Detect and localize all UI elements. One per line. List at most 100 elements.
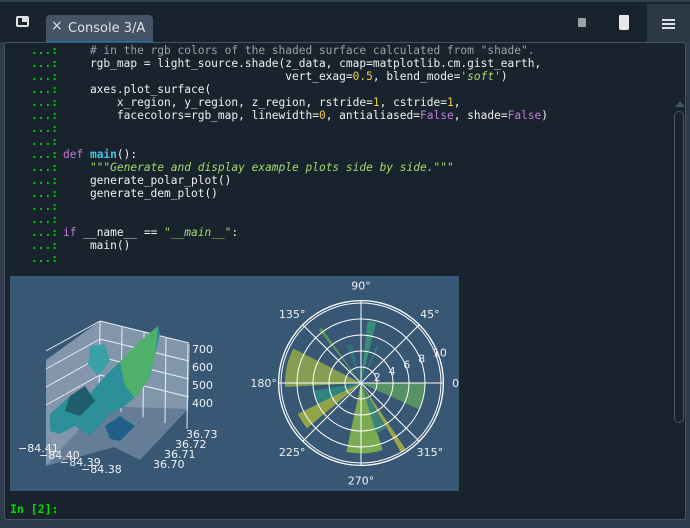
code-token: generate_dem_plot()	[63, 187, 218, 200]
code-text: facecolors=rgb_map, linewidth=0, antiali…	[63, 109, 548, 122]
angle-tick-label: 90°	[351, 280, 371, 293]
trash-icon[interactable]	[619, 15, 629, 30]
continuation-prompt: ...:	[31, 109, 58, 122]
code-line: ...: generate_polar_plot()	[5, 174, 665, 187]
code-token: main()	[63, 239, 131, 252]
code-token: 1	[372, 96, 380, 109]
code-token: , shade=	[453, 109, 508, 122]
code-text: if __name__ == "__main__":	[63, 226, 238, 239]
hamburger-icon-line	[662, 23, 675, 25]
continuation-prompt: ...:	[31, 213, 58, 226]
continuation-prompt: ...:	[31, 135, 58, 148]
code-token: if	[63, 226, 84, 239]
y-tick-label: 36.73	[186, 428, 218, 441]
code-text: x_region, y_region, z_region, rstride=1,…	[63, 96, 461, 109]
continuation-prompt: ...:	[31, 44, 58, 57]
continuation-prompt: ...:	[31, 161, 58, 174]
code-text: """Generate and display example plots si…	[63, 161, 454, 174]
code-token: """	[433, 161, 454, 174]
code-token: generate_polar_plot()	[63, 174, 232, 187]
close-tab-icon[interactable]: ×	[51, 18, 63, 34]
angle-tick-label: 180°	[250, 377, 277, 390]
polar-bar-plot: 0° 45° 90° 135° 180° 225° 270° 315° 2468 10	[250, 280, 459, 488]
code-line: ...: # in the rgb colors of the shaded s…	[5, 44, 665, 57]
code-line: ...: facecolors=rgb_map, linewidth=0, an…	[5, 109, 665, 122]
z-tick-label: 400	[192, 397, 213, 410]
code-token: 1	[446, 96, 454, 109]
code-token: Generate and display example plots side …	[110, 161, 434, 174]
code-line: ...:	[5, 213, 665, 226]
radial-tick-label: 10	[433, 346, 447, 359]
continuation-prompt: ...:	[31, 200, 58, 213]
tab-label: Console 3/A	[68, 21, 146, 36]
code-token: main	[89, 148, 117, 161]
scroll-up-arrow-icon[interactable]	[675, 101, 685, 107]
code-token: ,	[453, 96, 461, 109]
z-tick-label: 500	[192, 379, 213, 392]
code-token: , blend_mode=	[372, 70, 461, 83]
code-line: ...: generate_dem_plot()	[5, 187, 665, 200]
angle-tick-label: 45°	[420, 308, 440, 321]
code-token: )	[541, 109, 549, 122]
code-line: ...: axes.plot_surface(	[5, 83, 665, 96]
code-token: False	[420, 109, 454, 122]
continuation-prompt: ...:	[31, 122, 58, 135]
code-text: main()	[63, 239, 130, 252]
code-line: ...:	[5, 122, 665, 135]
code-token: , antialiased=	[325, 109, 420, 122]
angle-tick-label: 270°	[348, 474, 375, 487]
code-line: ...: main()	[5, 239, 665, 252]
code-text: axes.plot_surface(	[63, 83, 211, 96]
code-text: generate_polar_plot()	[63, 174, 231, 187]
code-line: ...:	[5, 135, 665, 148]
code-line: ...: """Generate and display example plo…	[5, 161, 665, 174]
code-text: # in the rgb colors of the shaded surfac…	[63, 44, 535, 57]
tab-console[interactable]: × Console 3/A	[46, 15, 153, 44]
dem-surface-plot: 40050060070036.7036.7136.7236.73−84.41−8…	[18, 320, 218, 476]
code-line: ...:	[5, 252, 665, 265]
continuation-prompt: ...:	[31, 187, 58, 200]
code-token: ():	[116, 148, 138, 161]
angle-tick-label: 0°	[452, 377, 459, 390]
hamburger-icon-line	[662, 27, 675, 29]
code-token: 0.5	[352, 70, 373, 83]
code-line: ...: rgb_map = light_source.shade(z_data…	[5, 57, 665, 70]
code-token: 0	[318, 109, 326, 122]
plot-figure: 400 500 600 700 36.70 36.71 36.72 36.73 −84.41 −8…	[10, 276, 459, 491]
code-token: :	[231, 226, 239, 239]
code-token: """	[63, 161, 111, 174]
code-text: generate_dem_plot()	[63, 187, 218, 200]
code-token: False	[507, 109, 542, 122]
continuation-prompt: ...:	[31, 83, 58, 96]
x-tick-label: −84.38	[81, 463, 122, 476]
code-line: ...: if __name__ == "__main__":	[5, 226, 665, 239]
code-token: rgb_map = light_source.shade(z_data, cma…	[63, 57, 542, 70]
vertical-scrollbar[interactable]	[674, 111, 684, 423]
stop-icon[interactable]	[578, 18, 586, 27]
continuation-prompt: ...:	[31, 252, 58, 265]
angle-tick-label: 225°	[279, 446, 306, 459]
continuation-prompt: ...:	[31, 174, 58, 187]
options-menu-button[interactable]	[647, 4, 690, 42]
z-tick-label: 700	[192, 343, 213, 356]
code-token: "__main__"	[164, 226, 232, 239]
continuation-prompt: ...:	[31, 239, 58, 252]
continuation-prompt: ...:	[31, 70, 58, 83]
radial-tick-label: 2	[374, 371, 381, 384]
code-token: __name__ ==	[83, 226, 165, 239]
code-text: rgb_map = light_source.shade(z_data, cma…	[63, 57, 541, 70]
code-text: vert_exag=0.5, blend_mode='soft')	[63, 70, 507, 83]
code-token: # in the rgb colors of the shaded surfac…	[63, 44, 535, 57]
code-token: vert_exag=	[63, 70, 353, 83]
continuation-prompt: ...:	[31, 148, 58, 161]
code-text: def main():	[63, 148, 137, 161]
radial-tick-label: 6	[403, 359, 410, 372]
input-prompt: In [2]:	[10, 502, 59, 516]
code-token: , cstride=	[379, 96, 447, 109]
hamburger-icon	[662, 19, 675, 21]
angle-tick-label: 135°	[279, 308, 306, 321]
window-undock-icon[interactable]	[16, 16, 29, 27]
radial-tick-label: 4	[389, 365, 396, 378]
code-line: ...: x_region, y_region, z_region, rstri…	[5, 96, 665, 109]
code-token: axes.plot_surface(	[63, 83, 212, 96]
